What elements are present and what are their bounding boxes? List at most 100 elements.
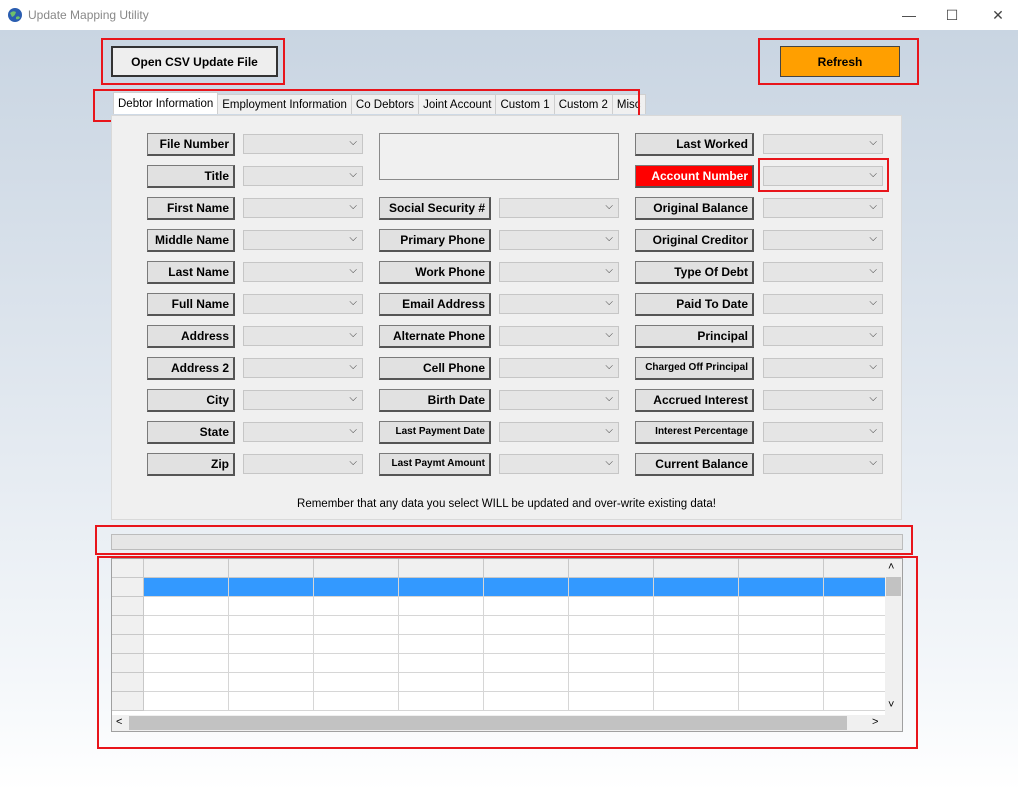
combo-primary-phone[interactable]: ⌵	[499, 230, 619, 250]
grid-cell[interactable]	[739, 692, 824, 711]
grid-cell[interactable]	[739, 597, 824, 616]
open-csv-button[interactable]: Open CSV Update File	[111, 46, 278, 77]
grid-cell[interactable]	[654, 578, 739, 597]
chevron-down-icon[interactable]: ⌵	[869, 329, 877, 340]
grid-cell[interactable]	[229, 692, 314, 711]
grid-cell[interactable]	[569, 654, 654, 673]
chevron-down-icon[interactable]: ⌵	[349, 137, 357, 148]
combo-address[interactable]: ⌵	[243, 326, 363, 346]
grid-cell[interactable]	[739, 635, 824, 654]
grid-cell[interactable]	[399, 635, 484, 654]
grid-cell[interactable]	[484, 635, 569, 654]
combo-middle-name[interactable]: ⌵	[243, 230, 363, 250]
combo-type-of-debt[interactable]: ⌵	[763, 262, 883, 282]
grid-cell[interactable]	[484, 578, 569, 597]
chevron-down-icon[interactable]: ⌵	[869, 201, 877, 212]
combo-zip[interactable]: ⌵	[243, 454, 363, 474]
combo-last-worked[interactable]: ⌵	[763, 134, 883, 154]
grid-cell[interactable]	[569, 597, 654, 616]
close-button[interactable]: ✕	[975, 0, 1018, 30]
chevron-down-icon[interactable]: ⌵	[605, 329, 613, 340]
chevron-down-icon[interactable]: ⌵	[869, 265, 877, 276]
grid-row-header[interactable]	[112, 635, 144, 654]
grid-column-header[interactable]	[229, 559, 314, 578]
grid-row-header[interactable]	[112, 692, 144, 711]
combo-paid-to-date[interactable]: ⌵	[763, 294, 883, 314]
chevron-down-icon[interactable]: ⌵	[349, 393, 357, 404]
grid-cell[interactable]	[314, 578, 399, 597]
grid-cell[interactable]	[314, 616, 399, 635]
chevron-down-icon[interactable]: ⌵	[869, 361, 877, 372]
combo-accrued-interest[interactable]: ⌵	[763, 390, 883, 410]
grid-cell[interactable]	[229, 597, 314, 616]
grid-cell[interactable]	[229, 635, 314, 654]
grid-cell[interactable]	[229, 673, 314, 692]
grid-cell[interactable]	[654, 673, 739, 692]
grid-cell[interactable]	[399, 654, 484, 673]
combo-charged-off-principal[interactable]: ⌵	[763, 358, 883, 378]
grid-cell[interactable]	[484, 692, 569, 711]
grid-column-header[interactable]	[144, 559, 229, 578]
grid-cell[interactable]	[399, 616, 484, 635]
grid-column-header[interactable]	[569, 559, 654, 578]
notes-box[interactable]	[379, 133, 619, 180]
chevron-down-icon[interactable]: ⌵	[869, 297, 877, 308]
grid-row-header[interactable]	[112, 578, 144, 597]
chevron-down-icon[interactable]: ⌵	[349, 457, 357, 468]
combo-principal[interactable]: ⌵	[763, 326, 883, 346]
combo-email-address[interactable]: ⌵	[499, 294, 619, 314]
grid-row-header[interactable]	[112, 597, 144, 616]
chevron-down-icon[interactable]: ⌵	[349, 329, 357, 340]
grid-cell[interactable]	[399, 673, 484, 692]
grid-cell[interactable]	[569, 635, 654, 654]
combo-cell-phone[interactable]: ⌵	[499, 358, 619, 378]
combo-original-balance[interactable]: ⌵	[763, 198, 883, 218]
horizontal-scrollbar[interactable]: < >	[112, 715, 902, 731]
grid-cell[interactable]	[144, 673, 229, 692]
grid-cell[interactable]	[144, 654, 229, 673]
grid-column-header[interactable]	[112, 559, 144, 578]
chevron-down-icon[interactable]: ⌵	[869, 425, 877, 436]
scroll-up-icon[interactable]: ˄	[888, 561, 894, 573]
grid-cell[interactable]	[654, 635, 739, 654]
chevron-down-icon[interactable]: ⌵	[605, 457, 613, 468]
vertical-scrollbar[interactable]: ˄ ˅	[885, 559, 902, 716]
grid-cell[interactable]	[654, 654, 739, 673]
chevron-down-icon[interactable]: ⌵	[605, 361, 613, 372]
grid-cell[interactable]	[739, 654, 824, 673]
combo-state[interactable]: ⌵	[243, 422, 363, 442]
vertical-scroll-thumb[interactable]	[886, 577, 901, 596]
grid-cell[interactable]	[144, 597, 229, 616]
grid-row-header[interactable]	[112, 654, 144, 673]
grid-column-header[interactable]	[484, 559, 569, 578]
grid-column-header[interactable]	[314, 559, 399, 578]
chevron-down-icon[interactable]: ⌵	[605, 233, 613, 244]
grid-cell[interactable]	[569, 692, 654, 711]
grid-column-header[interactable]	[654, 559, 739, 578]
grid-cell[interactable]	[654, 692, 739, 711]
combo-original-creditor[interactable]: ⌵	[763, 230, 883, 250]
grid-row-header[interactable]	[112, 616, 144, 635]
grid-cell[interactable]	[484, 673, 569, 692]
chevron-down-icon[interactable]: ⌵	[869, 137, 877, 148]
grid-cell[interactable]	[569, 616, 654, 635]
tab-debtor-information[interactable]: Debtor Information	[113, 92, 219, 114]
combo-title[interactable]: ⌵	[243, 166, 363, 186]
chevron-down-icon[interactable]: ⌵	[605, 201, 613, 212]
grid-cell[interactable]	[144, 692, 229, 711]
grid-cell[interactable]	[314, 692, 399, 711]
grid-cell[interactable]	[739, 578, 824, 597]
grid-cell[interactable]	[229, 616, 314, 635]
chevron-down-icon[interactable]: ⌵	[605, 425, 613, 436]
grid-cell[interactable]	[569, 673, 654, 692]
chevron-down-icon[interactable]: ⌵	[605, 393, 613, 404]
grid-cell[interactable]	[229, 654, 314, 673]
combo-social-security[interactable]: ⌵	[499, 198, 619, 218]
chevron-down-icon[interactable]: ⌵	[349, 265, 357, 276]
grid-cell[interactable]	[739, 616, 824, 635]
chevron-down-icon[interactable]: ⌵	[605, 297, 613, 308]
grid-cell[interactable]	[314, 654, 399, 673]
combo-work-phone[interactable]: ⌵	[499, 262, 619, 282]
combo-interest-percentage[interactable]: ⌵	[763, 422, 883, 442]
combo-last-paymt-amount[interactable]: ⌵	[499, 454, 619, 474]
